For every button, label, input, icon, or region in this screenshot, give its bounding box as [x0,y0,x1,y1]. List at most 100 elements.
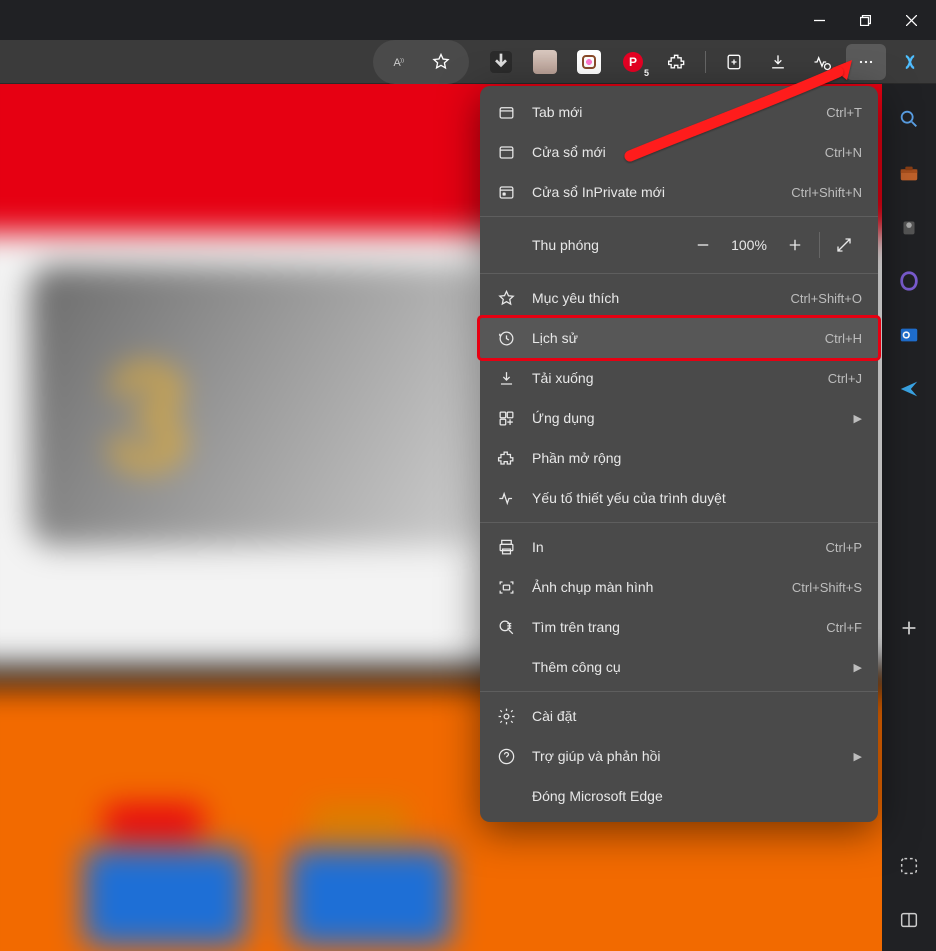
favorite-icon[interactable] [421,44,461,80]
menu-item-history[interactable]: Lịch sử Ctrl+H [480,318,878,358]
svg-text:)): )) [400,58,404,64]
more-button[interactable] [846,44,886,80]
browser-toolbar: A)) P5 [0,40,936,84]
menu-item-shortcut: Ctrl+H [825,331,862,346]
menu-item-dl[interactable]: Tải xuống Ctrl+J [480,358,878,398]
games-icon[interactable] [896,214,922,240]
menu-item-window[interactable]: Cửa sổ mớiCtrl+N [480,132,878,172]
menu-item-inprivate[interactable]: Cửa sổ InPrivate mới Ctrl+Shift+N [480,172,878,212]
menu-item-label: Ứng dụng [532,410,838,426]
read-aloud-icon[interactable]: A)) [381,44,421,80]
performance-icon[interactable] [802,44,842,80]
star-icon [496,288,516,308]
help-icon [496,746,516,766]
add-icon[interactable] [896,615,922,641]
minimize-button[interactable] [796,0,842,40]
blank-icon [496,786,516,806]
chevron-right-icon: ▶ [854,661,862,674]
instagram-icon[interactable] [569,44,609,80]
zoom-in-button[interactable] [777,227,813,263]
zoom-row: Thu phóng 100% [480,221,878,269]
menu-item-star[interactable]: Mục yêu thích Ctrl+Shift+O [480,278,878,318]
menu-item-label: Đóng Microsoft Edge [532,788,862,804]
blank-icon [496,657,516,677]
menu-item-label: In [532,539,810,555]
gear-icon [496,706,516,726]
capture-icon [496,577,516,597]
apps-icon [496,408,516,428]
print-icon [496,537,516,557]
idm-icon[interactable] [481,44,521,80]
window-titlebar [0,0,936,40]
copilot-icon[interactable] [890,44,930,80]
menu-separator [480,522,878,523]
inprivate-icon [496,182,516,202]
menu-item-tab[interactable]: Tab mới Ctrl+T [480,92,878,132]
menu-item-capture[interactable]: Ảnh chụp màn hình Ctrl+Shift+S [480,567,878,607]
menu-item-label: Tải xuống [532,370,812,386]
menu-item-label: Cài đặt [532,708,862,724]
menu-item-shortcut: Ctrl+J [828,371,862,386]
outlook-icon[interactable] [896,322,922,348]
menu-item-label: Mục yêu thích [532,290,774,306]
menu-item-help[interactable]: Trợ giúp và phản hồi ▶ [480,736,878,776]
menu-item-label: Ảnh chụp màn hình [532,579,776,595]
address-actions: A)) [373,40,469,84]
menu-item-label: Lịch sử [532,330,809,346]
chevron-right-icon: ▶ [854,412,862,425]
menu-item-label: Phần mở rộng [532,450,862,466]
close-button[interactable] [888,0,934,40]
toolbar-separator [705,51,706,73]
menu-item-find[interactable]: Tìm trên trang Ctrl+F [480,607,878,647]
zoom-label: Thu phóng [532,237,685,253]
m365-icon[interactable] [896,268,922,294]
menu-item-gear[interactable]: Cài đặt [480,696,878,736]
menu-item-label: Tab mới [532,104,810,120]
window-icon [496,142,516,162]
collections-icon[interactable] [714,44,754,80]
find-icon [496,617,516,637]
menu-item-shortcut: Ctrl+Shift+S [792,580,862,595]
badge-count: 5 [644,68,649,78]
extensions-icon[interactable] [657,44,697,80]
menu-item-plain[interactable]: Đóng Microsoft Edge [480,776,878,816]
menu-item-shortcut: Ctrl+P [826,540,862,555]
ext-icon [496,448,516,468]
briefcase-icon[interactable] [896,160,922,186]
history-icon [496,328,516,348]
send-icon[interactable] [896,376,922,402]
menu-item-label: Cửa sổ InPrivate mới [532,184,775,200]
menu-item-label: Tìm trên trang [532,619,810,635]
avatar-icon[interactable] [525,44,565,80]
search-icon[interactable] [896,106,922,132]
menu-item-shortcut: Ctrl+F [826,620,862,635]
menu-item-label: Cửa sổ mới [532,144,809,160]
menu-item-label: Thêm công cụ [532,659,838,675]
pinterest-icon[interactable]: P5 [613,44,653,80]
menu-item-print[interactable]: In Ctrl+P [480,527,878,567]
menu-item-apps[interactable]: Ứng dụng ▶ [480,398,878,438]
menu-item-shortcut: Ctrl+Shift+O [790,291,862,306]
tab-icon [496,102,516,122]
menu-item-shortcut: Ctrl+T [826,105,862,120]
menu-item-label: Trợ giúp và phản hồi [532,748,838,764]
pulse-icon [496,488,516,508]
zoom-out-button[interactable] [685,227,721,263]
menu-separator [480,691,878,692]
menu-item-label: Yếu tố thiết yếu của trình duyệt [532,490,862,506]
downloads-icon[interactable] [758,44,798,80]
chevron-right-icon: ▶ [854,750,862,763]
menu-item-ext[interactable]: Phần mở rộng [480,438,878,478]
zoom-value: 100% [721,237,777,253]
split-screen-icon[interactable] [896,907,922,933]
menu-item-shortcut: Ctrl+Shift+N [791,185,862,200]
menu-item-pulse[interactable]: Yếu tố thiết yếu của trình duyệt [480,478,878,518]
screenshot-icon[interactable] [896,853,922,879]
menu-item-plain[interactable]: Thêm công cụ ▶ [480,647,878,687]
edge-sidebar [882,84,936,951]
settings-menu: Tab mớiCtrl+TCửa sổ mớiCtrl+NCửa sổ InPr… [480,86,878,822]
maximize-button[interactable] [842,0,888,40]
fullscreen-button[interactable] [826,227,862,263]
menu-separator [480,273,878,274]
dl-icon [496,368,516,388]
